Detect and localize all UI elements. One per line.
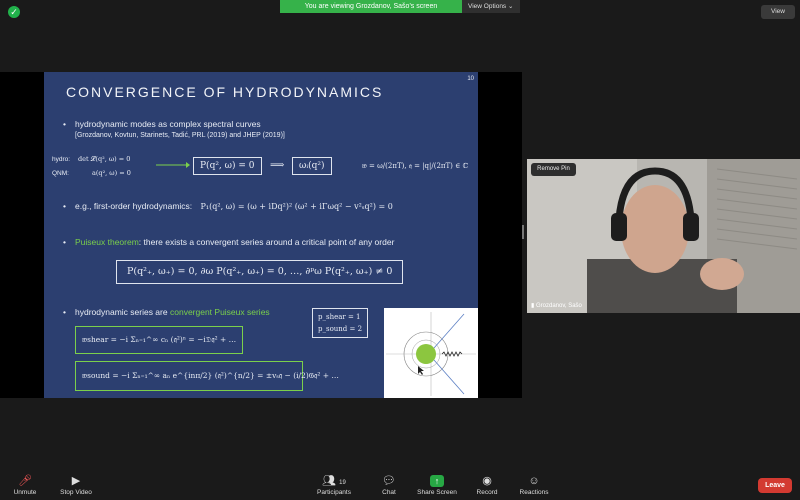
shear-series-box: 𝔴shear = −i Σₙ₌₁^∞ cₙ (𝔮²)ⁿ = −i𝔇𝔮² + …: [75, 326, 243, 354]
puiseux-statement: : there exists a convergent series aroun…: [138, 237, 395, 247]
stop-video-label: Stop Video: [60, 489, 92, 496]
mode-box: ωᵢ(q²): [292, 157, 332, 175]
signal-icon: ▮: [531, 303, 535, 309]
chat-label: Chat: [382, 489, 396, 496]
hydro-label: hydro:: [52, 156, 71, 163]
reactions-button[interactable]: ☺ Reactions: [514, 470, 554, 500]
qnm-equation: a(q², ω) = 0: [92, 169, 131, 177]
participants-label: Participants: [317, 489, 351, 496]
spectral-curve-box: P(q², ω) = 0: [193, 157, 262, 175]
record-icon: ◉: [482, 475, 492, 487]
participant-video-feed: [527, 159, 800, 313]
slide-page-number: 10: [467, 76, 474, 82]
puiseux-series-label: convergent Puiseux series: [169, 307, 270, 317]
slide-title: CONVERGENCE OF HYDRODYNAMICS: [66, 84, 384, 100]
record-label: Record: [476, 489, 498, 496]
view-label: View: [771, 8, 785, 15]
participants-icon: 👥︎ 19: [322, 475, 346, 487]
reference: [Grozdanov, Kovtun, Starinets, Tadić, PR…: [75, 132, 285, 139]
puiseux-theorem-label: Puiseux theorem: [75, 237, 139, 247]
bullet-first-order: e.g., first-order hydrodynamics: P₁(q², …: [63, 201, 393, 211]
muted-microphone-icon: 🎤︎: [18, 475, 32, 487]
slide: 10 CONVERGENCE OF HYDRODYNAMICS hydrodyn…: [44, 72, 478, 398]
first-order-equation: P₁(q², ω) = (ω + iDq²)² (ω² + iΓωq² − v²…: [200, 202, 393, 211]
bullet-series: hydrodynamic series are convergent Puise…: [63, 307, 270, 317]
complex-plane-plot: [384, 308, 478, 398]
arrow-icon: [156, 162, 190, 168]
unmute-label: Unmute: [13, 489, 37, 496]
participant-name: Grozdanov, Sašo: [535, 303, 582, 309]
complex-plane-diagram: [386, 312, 476, 396]
frak-variables: 𝔴 = ω/(2πT), 𝔮 = |q|/(2πT) ∈ ℂ: [362, 162, 469, 170]
sound-series-box: 𝔴sound = −i Σₙ₌₁^∞ aₙ e^{inπ/2} (𝔮²)^{n/…: [75, 361, 339, 391]
reactions-icon: ☺: [528, 475, 540, 487]
shield-icon[interactable]: ✓: [8, 6, 20, 18]
reactions-label: Reactions: [519, 489, 549, 496]
view-options-button[interactable]: View Options ⌄: [462, 0, 520, 13]
unmute-button[interactable]: 🎤︎ Unmute: [8, 470, 42, 500]
implies-symbol: ⟹: [270, 160, 285, 171]
share-screen-icon: ↑: [430, 475, 444, 487]
bullet-first-order-label: e.g., first-order hydrodynamics:: [75, 201, 193, 211]
bullet-series-label: hydrodynamic series are: [75, 307, 168, 317]
panel-resize-handle[interactable]: [522, 225, 524, 239]
viewing-banner: You are viewing Grozdanov, Sašo's screen: [280, 0, 462, 13]
hydro-equation: det 𝓛(q², ω) = 0: [78, 155, 131, 163]
chat-button[interactable]: 💬︎ Chat: [376, 470, 402, 500]
video-camera-icon: ▶︎: [71, 475, 81, 487]
remove-pin-button[interactable]: Remove Pin: [531, 163, 576, 176]
qnm-label: QNM:: [52, 170, 69, 177]
p-sound: p_sound = 2: [318, 325, 363, 333]
chat-icon: 💬︎: [382, 475, 396, 487]
share-screen-label: Share Screen: [417, 489, 457, 496]
participants-button[interactable]: 👥︎ 19 Participants: [312, 470, 356, 500]
bullet-spectral-curves: hydrodynamic modes as complex spectral c…: [63, 119, 261, 129]
stop-video-button[interactable]: ▶︎ Stop Video: [56, 470, 96, 500]
critical-point-box: P(q²₊, ω₊) = 0, ∂ω P(q²₊, ω₊) = 0, …, ∂ᵖ…: [116, 260, 404, 284]
bullet-puiseux: Puiseux theorem: there exists a converge…: [63, 237, 395, 247]
share-screen-button[interactable]: ↑ Share Screen: [414, 470, 460, 500]
top-bar: ✓ You are viewing Grozdanov, Sašo's scre…: [0, 0, 800, 24]
view-button[interactable]: View: [761, 5, 795, 19]
participant-name-bar: ▮ Grozdanov, Sašo: [527, 300, 582, 312]
participants-count: 19: [339, 480, 346, 486]
participant-video[interactable]: [527, 159, 800, 313]
record-button[interactable]: ◉ Record: [472, 470, 502, 500]
p-values-box: p_shear = 1 p_sound = 2: [312, 308, 369, 338]
leave-button[interactable]: Leave: [758, 478, 792, 493]
p-shear: p_shear = 1: [318, 313, 361, 321]
meeting-toolbar: 🎤︎ Unmute ▶︎ Stop Video 👥︎ 19 Participan…: [0, 470, 800, 500]
